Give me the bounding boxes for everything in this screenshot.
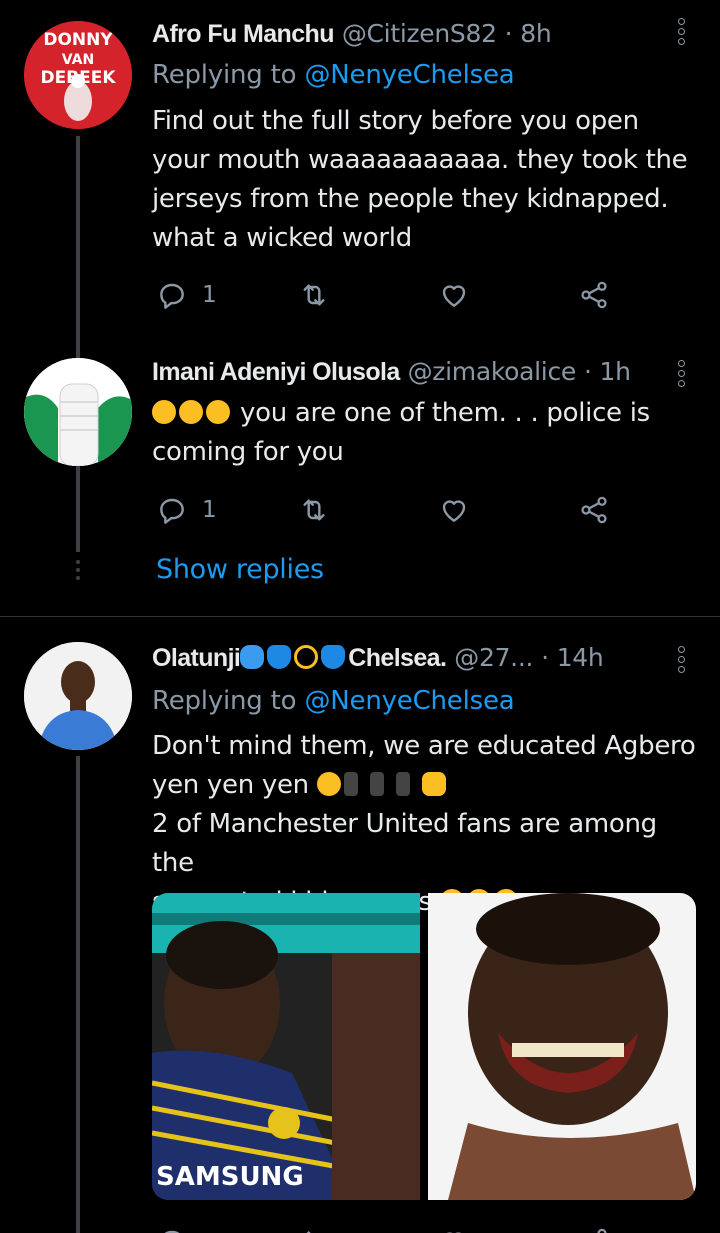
reply-button[interactable]: 1: [156, 275, 217, 315]
tweet-header: Imani Adeniyi Olusola @zimakoalice · 1h: [152, 356, 631, 388]
tweet-text-line: yen yen yen: [152, 766, 702, 805]
photo-footballer: SAMSUNG: [152, 893, 420, 1200]
retweet-button[interactable]: [298, 1222, 330, 1233]
retweet-icon: [303, 284, 325, 306]
avatar-image: [24, 642, 132, 750]
replying-label: Replying to: [152, 60, 297, 90]
tweet-header: Olatunji Chelsea. @27... · 14h: [152, 642, 604, 674]
author-name[interactable]: Olatunji: [152, 644, 241, 672]
replying-handle-link[interactable]: @NenyeChelsea: [304, 60, 514, 90]
timestamp[interactable]: 1h: [600, 357, 631, 386]
dancer-emoji: [343, 772, 358, 796]
like-button[interactable]: [438, 275, 470, 315]
avatar-image: DONNY VAN DEBEEK: [24, 21, 132, 129]
reply-icon: [160, 283, 184, 309]
share-button[interactable]: [578, 275, 610, 315]
joy-emoji: [316, 772, 341, 796]
more-options-icon[interactable]: [678, 360, 686, 390]
reply-icon: [164, 1230, 180, 1233]
author-handle[interactable]: @zimakoalice: [408, 357, 577, 386]
rofl-emoji: [179, 400, 203, 424]
tweet-actions: [152, 1222, 622, 1233]
tweet-text: Find out the full story before you open …: [152, 106, 688, 253]
media-photo-2[interactable]: [428, 893, 696, 1200]
tweet-header: Afro Fu Manchu @CitizenS82 · 8h: [152, 18, 552, 50]
share-button[interactable]: [578, 1222, 610, 1233]
avatar[interactable]: [24, 642, 132, 750]
thread-line: [76, 756, 80, 1233]
media-photo-1[interactable]: SAMSUNG: [152, 893, 420, 1200]
share-button[interactable]: [578, 490, 610, 530]
separator: ·: [504, 19, 513, 48]
author-name-suffix[interactable]: Chelsea.: [348, 644, 447, 672]
retweet-button[interactable]: [298, 275, 330, 315]
tweet-actions: 1: [152, 275, 622, 315]
share-icon: [581, 281, 607, 309]
avatar-image: [24, 358, 132, 466]
heart-icon: [442, 500, 466, 522]
author-handle[interactable]: @27...: [454, 643, 533, 672]
avatar[interactable]: [24, 358, 132, 466]
show-replies-link[interactable]: Show replies: [156, 554, 324, 585]
heart-icon: [446, 1232, 462, 1233]
separator: ·: [583, 357, 592, 386]
thread-dots: [76, 560, 80, 584]
avatar[interactable]: DONNY VAN DEBEEK: [24, 21, 132, 129]
author-name[interactable]: Afro Fu Manchu: [152, 20, 334, 48]
jersey-text: SAMSUNG: [156, 1162, 304, 1192]
replying-label: Replying to: [152, 686, 297, 716]
author-name[interactable]: Imani Adeniyi Olusola: [152, 358, 400, 386]
more-options-icon[interactable]: [678, 646, 686, 676]
reply-count: 1: [202, 282, 217, 308]
like-button[interactable]: [438, 1222, 470, 1233]
share-icon: [597, 1228, 607, 1233]
tweet-text-fragment: yen yen yen: [152, 770, 309, 800]
blue-heart-emoji: [267, 645, 292, 669]
photo-laughing-boy: [428, 893, 696, 1200]
replying-handle-link[interactable]: @NenyeChelsea: [304, 686, 514, 716]
rofl-emoji: [206, 400, 230, 424]
timestamp[interactable]: 8h: [520, 19, 551, 48]
blue-heart-emoji: [321, 645, 346, 669]
share-icon: [581, 496, 607, 524]
replying-to: Replying to @NenyeChelsea: [152, 58, 515, 92]
dancer-emoji: [369, 772, 384, 796]
timestamp[interactable]: 14h: [557, 643, 604, 672]
divider: [0, 616, 720, 617]
tweet-text-block: you are one of them. . . police is comin…: [152, 394, 702, 472]
replying-to: Replying to @NenyeChelsea: [152, 684, 515, 718]
more-options-icon[interactable]: [678, 18, 686, 48]
retweet-icon: [303, 499, 325, 521]
dizzy-emoji: [294, 645, 319, 669]
dancer-emoji: [395, 772, 410, 796]
reply-button[interactable]: 1: [156, 490, 217, 530]
tweet-text-line: Don't mind them, we are educated Agbero: [152, 731, 696, 761]
author-handle[interactable]: @CitizenS82: [342, 19, 497, 48]
reply-count: 1: [202, 497, 217, 523]
thread-line: [76, 136, 80, 552]
reply-button[interactable]: [156, 1222, 188, 1233]
heart-icon: [442, 285, 466, 307]
retweet-button[interactable]: [298, 490, 330, 530]
sweat-droplets-emoji: [240, 645, 265, 669]
tweet-text-line: 2 of Manchester United fans are among th…: [152, 809, 657, 878]
separator: ·: [541, 643, 549, 672]
tweet-actions: 1: [152, 490, 622, 530]
svg-text:VAN: VAN: [62, 52, 94, 68]
retweet-icon: [306, 1230, 311, 1233]
reply-icon: [160, 498, 184, 524]
thumbs-up-emoji: [421, 772, 446, 796]
like-button[interactable]: [438, 490, 470, 530]
svg-text:DONNY: DONNY: [43, 30, 113, 50]
rofl-emoji: [152, 400, 176, 424]
